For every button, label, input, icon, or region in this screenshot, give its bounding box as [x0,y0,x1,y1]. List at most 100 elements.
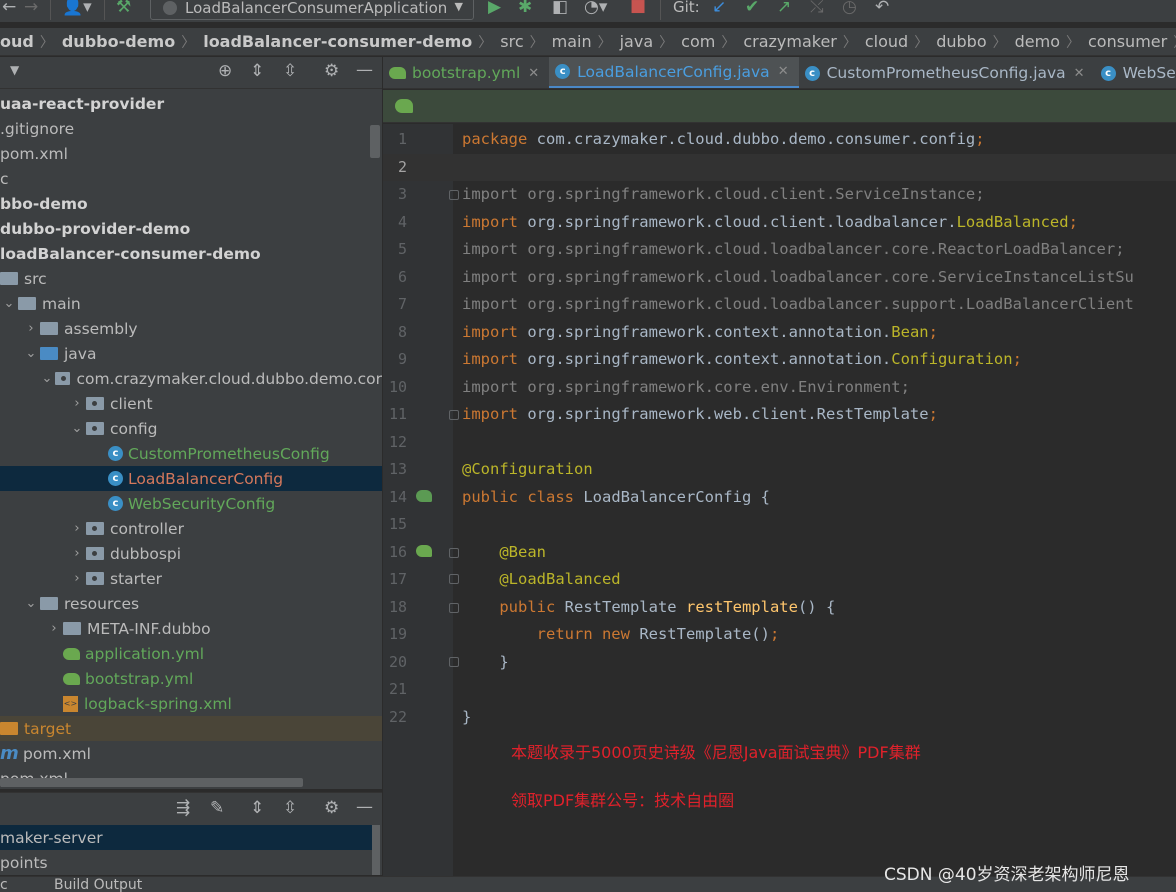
git-update-icon[interactable]: ↙ [712,0,726,17]
fold-marker[interactable] [449,548,459,558]
editor-tab[interactable]: c CustomPrometheusConfig.java ✕ [799,57,1095,88]
coverage-icon[interactable]: ◧ [552,0,568,17]
breadcrumb-item[interactable]: main [546,32,596,51]
edit-pencil-icon[interactable]: ✎ [210,798,224,818]
history-icon[interactable]: ◷ [842,0,857,17]
gear-icon[interactable]: ⚙ [324,798,339,818]
run-icon[interactable]: ▶ [488,0,501,17]
expand-all-icon[interactable]: ⇕ [250,61,264,81]
tree-horizontal-scrollbar[interactable] [0,778,303,787]
build-hammer-icon[interactable]: ⚒ [116,0,131,17]
tree-item[interactable]: ⌄ resources [0,591,382,616]
breadcrumb-item[interactable]: src [494,32,527,51]
breadcrumb-item[interactable]: java [614,32,658,51]
tree-item[interactable]: pom.xml [0,141,382,166]
breadcrumb-item[interactable]: dubbo-demo [56,32,179,51]
profile-icon[interactable]: ◔▾ [584,0,607,17]
tree-item[interactable]: src [0,266,382,291]
fold-marker[interactable] [449,574,459,584]
tree-item[interactable]: uaa-react-provider [0,91,382,116]
breadcrumb-item[interactable]: loadBalancer-consumer-demo [197,32,476,51]
tree-item[interactable]: › controller [0,516,382,541]
chevron-down-icon[interactable]: ▼ [10,63,19,77]
tree-item[interactable]: ⌄ java [0,341,382,366]
tab-build-output[interactable]: Build Output [54,877,142,892]
chevron-down-icon[interactable]: ⌄ [68,421,86,436]
chevron-down-icon[interactable]: ⌄ [0,296,18,311]
breadcrumb-item[interactable]: demo [1009,32,1064,51]
tree-item[interactable]: <> logback-spring.xml [0,691,382,716]
chevron-down-icon[interactable]: ⌄ [22,346,40,361]
tab-c[interactable]: c [0,877,8,892]
expand-all-icon[interactable]: ⇕ [250,798,264,818]
tree-item[interactable]: bootstrap.yml [0,666,382,691]
close-icon[interactable]: ✕ [1074,66,1085,81]
chevron-right-icon[interactable]: › [22,321,40,336]
tree-item[interactable]: m pom.xml [0,741,382,766]
chevron-right-icon[interactable]: › [68,396,86,411]
tree-item[interactable]: c WebSecurityConfig [0,491,382,516]
chevron-right-icon[interactable]: › [68,546,86,561]
rollback-icon[interactable]: ↶ [875,0,889,17]
tree-item[interactable]: c CustomPrometheusConfig [0,441,382,466]
collapse-all-icon[interactable]: ⇳ [283,798,297,818]
tree-item[interactable]: target [0,716,382,741]
spring-bean-gutter-icon[interactable] [416,545,432,557]
tree-item[interactable]: .gitignore [0,116,382,141]
git-merge-icon[interactable]: ⤯ [810,0,824,17]
editor-tab[interactable]: c LoadBalancerConfig.java ✕ [549,57,799,88]
gear-icon[interactable]: ⚙ [324,61,339,81]
stop-icon[interactable]: ■ [630,0,646,16]
list-item[interactable]: maker-server [0,825,372,850]
forward-icon[interactable]: → [24,0,38,17]
breadcrumb-item[interactable]: oud [0,32,38,51]
run-configuration-select[interactable]: LoadBalancerConsumerApplication ▼ [150,0,474,20]
tree-item[interactable]: › assembly [0,316,382,341]
fold-marker[interactable] [449,190,459,200]
chevron-right-icon[interactable]: › [45,621,63,636]
tree-item[interactable]: c [0,166,382,191]
add-icon[interactable]: ⇶ [176,798,190,818]
editor-tab[interactable]: bootstrap.yml ✕ [383,57,549,88]
fold-marker[interactable] [449,410,459,420]
tree-item[interactable]: loadBalancer-consumer-demo [0,241,382,266]
breadcrumb-item[interactable]: cloud [859,32,912,51]
fold-marker[interactable] [449,657,459,667]
editor-tab[interactable]: c WebSecur [1095,57,1176,88]
chevron-down-icon[interactable]: ⌄ [39,371,55,386]
minimize-icon[interactable]: — [356,797,373,817]
minimize-icon[interactable]: — [356,60,373,80]
tree-item[interactable]: bbo-demo [0,191,382,216]
spring-bean-gutter-icon[interactable] [416,490,432,502]
tree-item[interactable]: › client [0,391,382,416]
chevron-down-icon[interactable]: ⌄ [22,596,40,611]
breadcrumb-item[interactable]: consumer [1082,32,1171,51]
tree-item[interactable]: application.yml [0,641,382,666]
fold-marker[interactable] [449,603,459,613]
locate-target-icon[interactable]: ⊕ [218,61,232,81]
chevron-right-icon[interactable]: › [68,571,86,586]
tree-vertical-scrollbar[interactable] [370,125,380,158]
collapse-all-icon[interactable]: ⇳ [283,61,297,81]
breadcrumb-item[interactable]: com [675,32,719,51]
git-push-icon[interactable]: ↗ [777,0,791,17]
list-scrollbar[interactable] [372,825,380,875]
tree-item[interactable]: › starter [0,566,382,591]
breadcrumb-item[interactable]: crazymaker [737,32,841,51]
back-icon[interactable]: ← [2,0,16,17]
list-item[interactable]: points [0,850,372,875]
breadcrumb-item[interactable]: dubbo [930,32,990,51]
debug-icon[interactable]: ✱ [518,0,532,17]
tree-item[interactable]: c LoadBalancerConfig [0,466,382,491]
tree-item[interactable]: › META-INF.dubbo [0,616,382,641]
tree-item[interactable]: › dubbospi [0,541,382,566]
user-icon[interactable]: 👤▾ [62,0,92,17]
close-icon[interactable]: ✕ [528,66,539,81]
tree-item[interactable]: ⌄ com.crazymaker.cloud.dubbo.demo.cor [0,366,382,391]
spring-icon[interactable] [395,99,413,113]
git-commit-icon[interactable]: ✔ [745,0,759,17]
close-icon[interactable]: ✕ [778,64,789,79]
tree-item[interactable]: ⌄ main [0,291,382,316]
tree-item[interactable]: dubbo-provider-demo [0,216,382,241]
chevron-right-icon[interactable]: › [68,521,86,536]
